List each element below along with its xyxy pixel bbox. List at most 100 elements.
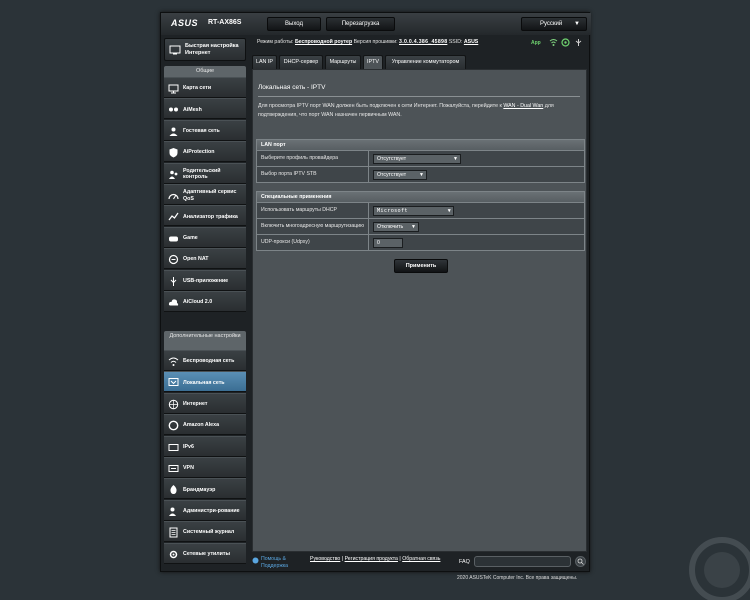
firmware-label: Версия прошивки:: [353, 39, 398, 45]
cloud-icon: [168, 299, 179, 306]
usb-status-icon[interactable]: [574, 38, 583, 47]
sidebar-item-label: Анализатор трафика: [183, 213, 238, 220]
aimesh-icon: [169, 107, 178, 112]
internet-status-icon[interactable]: [561, 38, 570, 47]
table-row: Выбор порта IPTV STB Отсутствует ▼: [257, 166, 584, 182]
logout-button[interactable]: Выход: [267, 17, 321, 31]
sidebar-item-open-nat[interactable]: Open NAT: [164, 248, 246, 270]
dhcp-routes-label: Использовать маршруты DHCP: [257, 203, 369, 218]
udp-proxy-input[interactable]: 0: [373, 238, 403, 248]
page-title: Локальная сеть - IPTV: [258, 84, 326, 91]
mode-link[interactable]: Беспроводной роутер: [295, 39, 352, 45]
alexa-icon: [168, 420, 179, 431]
admin-icon: [169, 507, 176, 516]
sidebar-item-label: Amazon Alexa: [183, 422, 220, 429]
tab-iptv[interactable]: IPTV: [363, 55, 383, 69]
wireless-icon: [168, 357, 179, 366]
sidebar-item-gamepad[interactable]: Game: [164, 226, 246, 248]
lan-port-table: LAN порт Выберите профиль провайдера Отс…: [256, 139, 585, 183]
lan-port-header: LAN порт: [257, 140, 584, 150]
faq-search-input[interactable]: [474, 556, 571, 567]
firewall-icon: [170, 485, 177, 495]
isp-profile-value: Отсутствует: [377, 156, 407, 162]
sidebar-item-label: Гостевая сеть: [183, 128, 220, 135]
tab-routes[interactable]: Маршруты: [325, 55, 361, 69]
parental-control-icon: [169, 170, 178, 179]
quick-setup-label: Быстрая настройка Интернет: [185, 43, 239, 56]
chevron-down-icon: ▼: [574, 21, 580, 27]
tab-lan-ip[interactable]: LAN IP: [252, 55, 277, 69]
firmware-link[interactable]: 3.0.0.4.386_45898: [399, 39, 447, 45]
sidebar-item-lan[interactable]: Локальная сеть: [164, 371, 246, 393]
iptv-stb-port-select[interactable]: Отсутствует ▼: [373, 170, 427, 180]
sidebar-item-vpn[interactable]: VPN: [164, 457, 246, 478]
sidebar-item-aimesh[interactable]: AiMesh: [164, 98, 246, 120]
mode-label: Режим работы:: [257, 39, 294, 45]
vpn-icon: [168, 465, 179, 472]
sidebar-item-wireless[interactable]: Беспроводная сеть: [164, 350, 246, 371]
sidebar-item-label: Интернет: [183, 401, 208, 408]
advanced-section-header: Дополнительные настройки: [164, 331, 246, 350]
app-link[interactable]: App: [531, 40, 541, 46]
model-name: RT-AX86S: [208, 19, 242, 26]
language-label: Русский: [540, 21, 563, 27]
sidebar-item-firewall[interactable]: Брандмауэр: [164, 478, 246, 500]
sidebar-item-label: AiMesh: [183, 106, 202, 113]
sidebar-item-usb[interactable]: USB-приложение: [164, 269, 246, 291]
sidebar-item-alexa[interactable]: Amazon Alexa: [164, 414, 246, 436]
gamepad-icon: [169, 236, 178, 242]
apply-button[interactable]: Применить: [394, 259, 448, 273]
sidebar-item-label: Локальная сеть: [183, 379, 225, 386]
sidebar-item-qos[interactable]: Адаптивный сервис QoS: [164, 184, 246, 205]
dhcp-routes-value: Microsoft: [377, 208, 408, 214]
search-button[interactable]: [575, 556, 586, 567]
multicast-routing-select[interactable]: Отключить ▼: [373, 222, 419, 232]
sidebar-item-cloud[interactable]: AiCloud 2.0: [164, 291, 246, 312]
sidebar-item-label: VPN: [183, 465, 194, 472]
tab-switch-control[interactable]: Управление коммутатором: [385, 55, 466, 69]
sidebar-item-globe[interactable]: Интернет: [164, 392, 246, 414]
title-divider: [258, 96, 580, 97]
sidebar-item-label: Администри-рование: [183, 508, 240, 515]
copyright-text: 2020 ASUSTeK Computer Inc. Все права защ…: [457, 575, 578, 581]
network-map-icon: [168, 84, 179, 94]
quick-setup-button[interactable]: Быстрая настройка Интернет: [164, 38, 246, 61]
dual-wan-link[interactable]: WAN - Dual Wan: [503, 103, 543, 109]
wifi-status-icon[interactable]: [549, 38, 558, 47]
usb-icon: [170, 276, 177, 286]
sidebar-item-parental-control[interactable]: Родительский контроль: [164, 162, 246, 184]
sidebar-item-system-log[interactable]: Системный журнал: [164, 521, 246, 543]
asus-logo: ASUS: [171, 18, 199, 28]
sidebar-item-ipv6[interactable]: IPv6: [164, 435, 246, 457]
sidebar-item-shield[interactable]: AiProtection: [164, 141, 246, 163]
chevron-down-icon: ▼: [419, 172, 424, 178]
multicast-routing-value: Отключить: [377, 224, 404, 230]
open-nat-icon: [168, 255, 179, 265]
sidebar-item-label: Карта сети: [183, 85, 212, 92]
help-support-link[interactable]: Помощь & Поддержка: [261, 556, 306, 569]
language-select[interactable]: Русский ▼: [521, 17, 587, 31]
feedback-link[interactable]: Обратная связь: [402, 556, 440, 562]
ssid-link[interactable]: ASUS: [464, 39, 478, 45]
sidebar-item-traffic-analyzer[interactable]: Анализатор трафика: [164, 205, 246, 227]
sidebar-item-network-map[interactable]: Карта сети: [164, 77, 246, 98]
tab-dhcp-server[interactable]: DHCP-сервер: [279, 55, 323, 69]
udp-proxy-label: UDP-прокси (Udpxy): [257, 235, 369, 250]
shield-icon: [169, 148, 178, 158]
top-bar: ASUS RT-AX86S Выход Перезагрузка Русский…: [161, 13, 591, 35]
sidebar-item-guest-network[interactable]: Гостевая сеть: [164, 119, 246, 141]
dhcp-routes-select[interactable]: Microsoft ▼: [373, 206, 454, 216]
general-section-header: Общие: [164, 66, 246, 77]
sidebar-item-label: Брандмауэр: [183, 486, 216, 493]
description-text-1: Для просмотра IPTV порт WAN должен быть …: [258, 103, 504, 109]
manual-link[interactable]: Руководство: [310, 556, 340, 562]
product-registration-link[interactable]: Регистрация продукта: [345, 556, 398, 562]
sidebar-item-label: Адаптивный сервис QoS: [183, 189, 237, 202]
main-panel: Локальная сеть - IPTV Для просмотра IPTV…: [252, 69, 587, 552]
chevron-down-icon: ▼: [453, 156, 458, 162]
isp-profile-select[interactable]: Отсутствует ▼: [373, 154, 461, 164]
reboot-button[interactable]: Перезагрузка: [326, 17, 395, 31]
quick-setup-icon: [169, 45, 181, 55]
sidebar-item-admin[interactable]: Администри-рование: [164, 499, 246, 521]
system-log-icon: [169, 527, 178, 538]
